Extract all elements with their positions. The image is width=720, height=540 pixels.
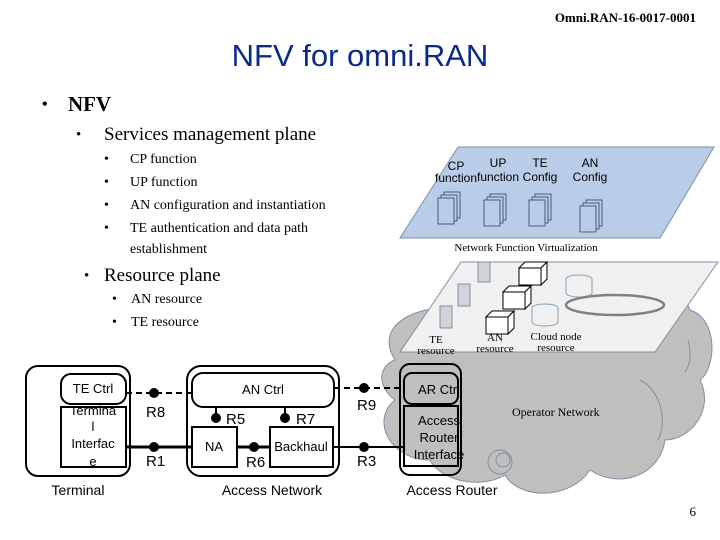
te-resource-label: resource [417,345,454,357]
nfv-function-label: Config [573,170,608,184]
ref-point-dot [359,383,369,393]
document-stack-icon [528,193,552,227]
ar-interface-label: Access [418,413,460,428]
terminal-interface-label: l [92,419,95,434]
ref-point-dot [149,442,159,452]
backhaul-label: Backhaul [274,439,328,454]
ref-point-dot [280,413,290,423]
document-stack-icon [483,193,507,227]
nfv-function-label: function [435,171,477,185]
ref-point-r3: R3 [357,453,376,470]
an-ctrl-label: AN Ctrl [242,382,284,397]
ref-point-dot [359,442,369,452]
nfv-function-label: UP [490,156,507,170]
document-stack-icon [579,199,603,233]
ref-point-r7: R7 [296,411,315,428]
access-router-label: Access Router [406,482,497,498]
terminal-interface-label: Termina [70,403,117,418]
ref-point-r6: R6 [246,454,265,471]
ref-point-r5: R5 [226,411,245,428]
ref-point-dot [249,442,259,452]
ref-point-dot [149,388,159,398]
terminal-interface-label: e [89,454,96,469]
slide: Omni.RAN-16-0017-0001 NFV for omni.RAN •… [0,0,720,540]
access-network-label: Access Network [222,482,323,498]
page-number: 6 [689,504,697,519]
te-ctrl-label: TE Ctrl [73,381,114,396]
terminal-label: Terminal [52,482,105,498]
te-resource-block [477,261,491,283]
te-resource-block [457,283,471,307]
nfv-function-label: AN [582,156,599,170]
ref-point-r9: R9 [357,397,376,414]
ar-ctrl-label: AR Ctrl [418,382,460,397]
ref-point-dot [211,413,221,423]
an-resource-label: resource [476,343,513,355]
nfv-function-label: Config [523,170,558,184]
ar-interface-label: Interface [414,447,465,462]
nfv-function-label: function [477,170,519,184]
ar-interface-label: Router [419,430,459,445]
te-resource-block [439,305,453,329]
document-stack-icon [437,191,461,225]
ref-point-r8: R8 [146,404,165,421]
architecture-diagram: Operator Network TE resource AN resource… [25,146,719,498]
ref-point-r1: R1 [146,453,165,470]
cloud-resource-label: resource [537,342,574,354]
nfv-caption: Network Function Virtualization [454,242,598,254]
na-label: NA [205,439,223,454]
terminal-interface-label: Interfac [71,436,115,451]
nfv-function-label: TE [532,156,547,170]
operator-network-label: Operator Network [512,405,600,419]
